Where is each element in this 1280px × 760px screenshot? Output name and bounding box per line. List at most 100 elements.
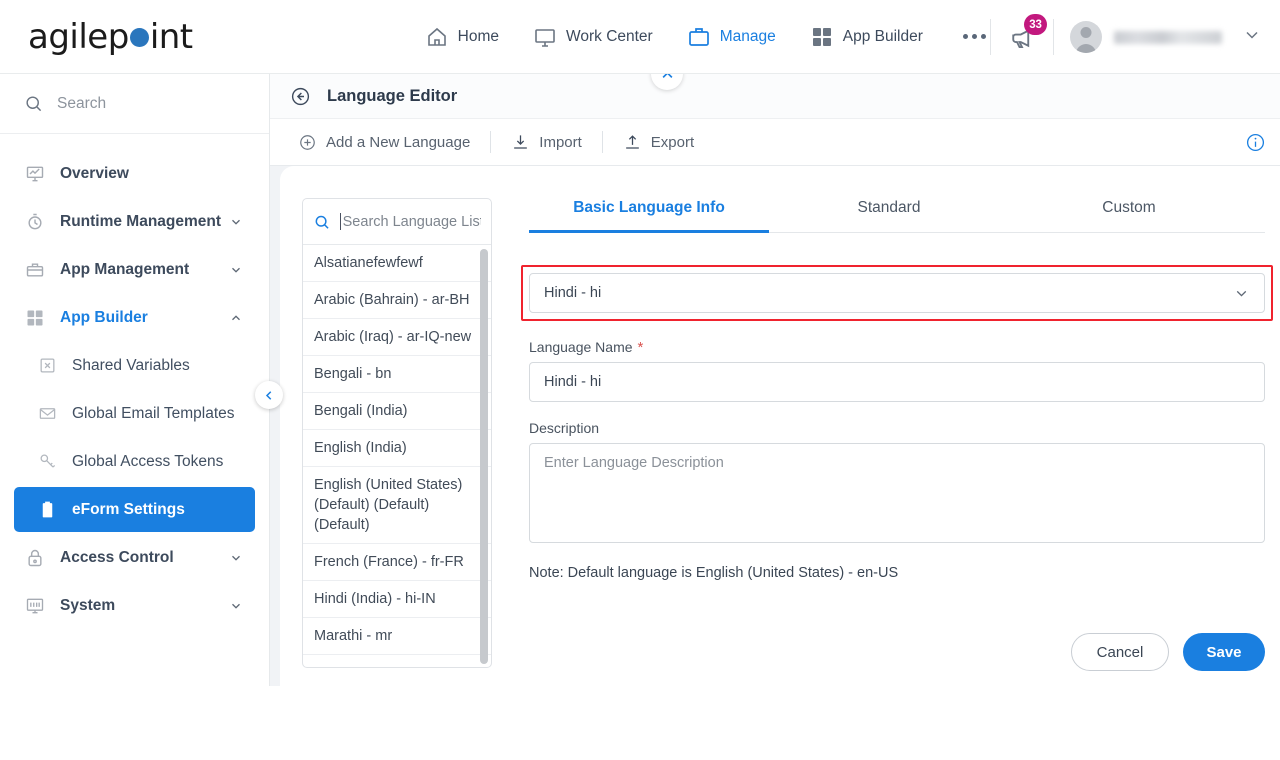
divider-1 — [990, 19, 991, 55]
language-list-scrollbar[interactable] — [480, 249, 488, 664]
save-button[interactable]: Save — [1183, 633, 1265, 671]
chevron-down-icon[interactable] — [229, 263, 243, 277]
nav-item-manage[interactable]: Manage — [687, 25, 776, 49]
list-item[interactable]: Hindi (India) - hi-IN — [303, 581, 491, 618]
logo-text-pre: agilep — [28, 16, 129, 57]
sidebar-item-system[interactable]: System — [14, 583, 255, 628]
language-list-card: Search Language List Alsatianefewfewf Ar… — [302, 198, 492, 668]
content-area: Language Editor Add a New Language Impor… — [270, 58, 1280, 760]
nav-item-app-builder[interactable]: App Builder — [810, 25, 923, 49]
sidebar-collapse-button[interactable] — [255, 381, 283, 409]
briefcase-icon — [687, 25, 711, 49]
add-new-language-label: Add a New Language — [326, 133, 471, 151]
sidebar-item-app-builder[interactable]: App Builder — [14, 295, 255, 340]
sidebar-item-runtime-management[interactable]: Runtime Management — [14, 199, 255, 244]
chevron-down-icon — [1233, 285, 1250, 302]
agilepoint-logo[interactable]: agilep int — [28, 17, 193, 57]
default-language-note: Note: Default language is English (Unite… — [529, 565, 899, 581]
description-label: Description — [529, 420, 1265, 436]
briefcase-icon — [24, 259, 46, 281]
nav-item-home[interactable]: Home — [425, 25, 499, 49]
cancel-button[interactable]: Cancel — [1071, 633, 1169, 671]
page-toolbar: Add a New Language Import Export — [270, 118, 1280, 166]
language-search-input[interactable]: Search Language List — [303, 199, 491, 245]
list-item[interactable]: English (India) — [303, 430, 491, 467]
search-icon — [315, 215, 329, 229]
notification-badge: 33 — [1024, 14, 1047, 35]
dot-1-icon — [962, 34, 968, 39]
text-cursor — [339, 213, 341, 230]
clipboard-icon — [36, 499, 58, 521]
list-item[interactable]: Marathi - mr — [303, 618, 491, 655]
page-title: Language Editor — [327, 86, 458, 105]
monitor-icon — [533, 25, 557, 49]
list-item[interactable]: French (France) - fr-FR — [303, 544, 491, 581]
sidebar-item-label: Shared Variables — [72, 356, 190, 374]
import-icon — [514, 134, 528, 149]
sidebar-item-label: Global Access Tokens — [72, 452, 224, 470]
chevron-down-icon[interactable] — [229, 551, 243, 565]
grid-icon — [24, 307, 46, 329]
add-new-language-button[interactable]: Add a New Language — [288, 133, 480, 152]
list-item[interactable]: Bengali - bn — [303, 356, 491, 393]
list-item[interactable]: Arabic (Bahrain) - ar-BH — [303, 282, 491, 319]
language-list[interactable]: Alsatianefewfewf Arabic (Bahrain) - ar-B… — [303, 245, 491, 667]
work-area: Search Language List Alsatianefewfewf Ar… — [280, 166, 1280, 760]
sidebar-item-eform-settings[interactable]: eForm Settings — [14, 487, 255, 532]
sidebar-item-global-access-tokens[interactable]: Global Access Tokens — [14, 439, 255, 484]
notifications-button[interactable]: 33 — [1007, 14, 1047, 52]
page-header: Language Editor — [270, 74, 1280, 118]
nav-label-work-center: Work Center — [566, 27, 653, 45]
user-menu-chevron-down-icon[interactable] — [1242, 25, 1262, 50]
left-sidebar: Search Overview Runtime Management App M… — [0, 74, 283, 686]
sidebar-item-label: App Management — [60, 260, 190, 278]
variable-icon — [36, 355, 58, 377]
tab-standard[interactable]: Standard — [769, 199, 1009, 233]
search-icon — [26, 96, 42, 112]
clock-icon — [24, 211, 46, 233]
chevron-down-icon[interactable] — [229, 215, 243, 229]
toolbar-divider-2 — [601, 131, 603, 153]
language-name-label-text: Language Name — [529, 339, 633, 355]
info-icon[interactable] — [1245, 132, 1266, 158]
sidebar-item-access-control[interactable]: Access Control — [14, 535, 255, 580]
import-button[interactable]: Import — [501, 133, 592, 152]
home-icon — [425, 25, 449, 49]
list-item[interactable]: Bengali (India) — [303, 393, 491, 430]
chevron-left-icon — [265, 390, 271, 400]
language-name-label: Language Name * — [529, 339, 1265, 355]
import-label: Import — [539, 133, 582, 151]
toolbar-divider-1 — [490, 131, 492, 153]
required-marker: * — [637, 338, 644, 356]
language-select-highlight: Hindi - hi — [521, 265, 1273, 321]
tab-basic-language-info[interactable]: Basic Language Info — [529, 199, 769, 233]
nav-item-work-center[interactable]: Work Center — [533, 25, 653, 49]
chevron-up-icon[interactable] — [229, 311, 243, 325]
sidebar-search-placeholder: Search — [57, 94, 107, 112]
list-item[interactable]: Arabic (Iraq) - ar-IQ-new — [303, 319, 491, 356]
key-icon — [36, 451, 58, 473]
sidebar-item-shared-variables[interactable]: Shared Variables — [14, 343, 255, 388]
export-button[interactable]: Export — [613, 133, 704, 152]
avatar[interactable] — [1070, 21, 1102, 53]
nav-label-manage: Manage — [719, 27, 776, 45]
sidebar-item-app-management[interactable]: App Management — [14, 247, 255, 292]
sidebar-item-overview[interactable]: Overview — [14, 151, 255, 196]
back-arrow-icon[interactable] — [290, 86, 311, 107]
form-tabs: Basic Language Info Standard Custom — [529, 198, 1265, 233]
sidebar-search-input[interactable]: Search — [0, 74, 269, 134]
chevron-down-icon[interactable] — [229, 599, 243, 613]
list-item[interactable]: English (United States) (Default) (Defau… — [303, 467, 491, 544]
language-select[interactable]: Hindi - hi — [529, 273, 1265, 313]
tab-custom[interactable]: Custom — [1009, 199, 1249, 233]
language-select-value: Hindi - hi — [544, 285, 602, 301]
logo-dot-icon — [129, 27, 149, 47]
logo-text-post: int — [149, 16, 193, 57]
list-item[interactable]: Alsatianefewfewf — [303, 245, 491, 282]
envelope-icon — [36, 403, 58, 425]
description-textarea[interactable]: Enter Language Description — [529, 443, 1265, 543]
sidebar-item-global-email-templates[interactable]: Global Email Templates — [14, 391, 255, 436]
language-name-input[interactable]: Hindi - hi — [529, 362, 1265, 402]
description-label-text: Description — [529, 420, 600, 436]
lock-icon — [24, 547, 46, 569]
